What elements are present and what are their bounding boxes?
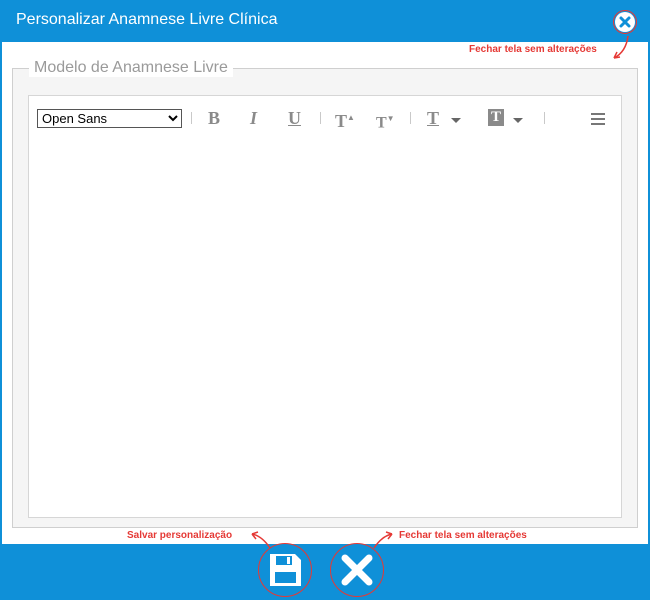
title-bar: Personalizar Anamnese Livre Clínica [0, 0, 650, 42]
italic-icon[interactable]: I [250, 108, 257, 128]
toolbar-separator [544, 112, 545, 124]
superscript-icon[interactable]: T▲ [335, 108, 355, 131]
text-color-icon[interactable]: T [427, 108, 439, 128]
dialog-content: Fechar tela sem alterações Modelo de Ana… [2, 35, 648, 544]
anamnese-fieldset: Modelo de Anamnese Livre Open Sans B I U… [12, 59, 638, 528]
background-color-icon[interactable]: T [488, 109, 504, 126]
chevron-down-icon[interactable] [451, 118, 461, 123]
window-title: Personalizar Anamnese Livre Clínica [16, 11, 278, 28]
bold-icon[interactable]: B [208, 108, 220, 128]
annotation-close-top: Fechar tela sem alterações [469, 44, 597, 55]
toolbar-separator [191, 112, 192, 124]
underline-icon[interactable]: U [288, 108, 301, 128]
rich-text-editor[interactable]: Open Sans B I U T▲ T▼ T T [28, 95, 622, 518]
close-icon [619, 16, 631, 28]
toolbar-separator [320, 112, 321, 124]
close-window-button[interactable] [615, 12, 635, 32]
save-button[interactable] [261, 546, 309, 594]
editor-content-area[interactable] [29, 140, 621, 517]
font-family-select[interactable]: Open Sans [37, 109, 182, 128]
fieldset-legend: Modelo de Anamnese Livre [29, 59, 233, 77]
toolbar-separator [410, 112, 411, 124]
cancel-button[interactable] [333, 546, 381, 594]
floppy-disk-icon [270, 554, 301, 586]
annotation-arrow-close-top [613, 35, 629, 59]
close-icon [341, 554, 373, 586]
annotation-save: Salvar personalização [127, 530, 233, 541]
subscript-icon[interactable]: T▼ [376, 109, 395, 133]
menu-icon[interactable] [591, 113, 605, 125]
annotation-close-bottom: Fechar tela sem alterações [399, 530, 527, 541]
chevron-down-icon[interactable] [513, 118, 523, 123]
editor-toolbar: Open Sans B I U T▲ T▼ T T [29, 96, 621, 140]
